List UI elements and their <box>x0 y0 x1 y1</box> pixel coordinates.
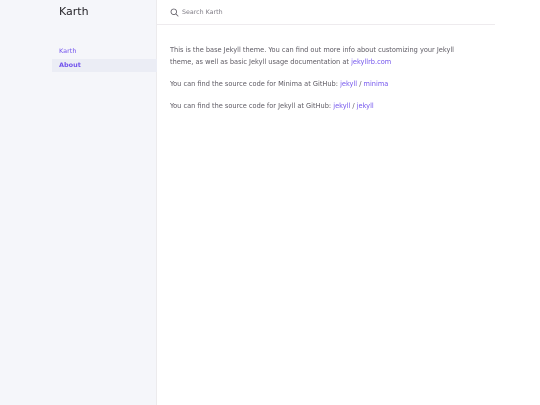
header <box>157 0 495 25</box>
paragraph-jekyll: You can find the source code for Jekyll … <box>170 101 374 110</box>
main-content: This is the base Jekyll theme. You can f… <box>170 45 470 123</box>
sidebar-item-karth[interactable]: Karth <box>52 45 157 58</box>
jekyllrb-link[interactable]: jekyllrb.com <box>351 58 391 66</box>
jekyll-org-link[interactable]: jekyll <box>333 102 350 110</box>
minima-repo-link[interactable]: minima <box>364 80 389 88</box>
search-icon <box>170 8 179 17</box>
paragraph-minima: You can find the source code for Minima … <box>170 79 389 88</box>
sidebar: Karth Karth About <box>0 0 157 405</box>
sidebar-item-about[interactable]: About <box>52 59 157 72</box>
sidebar-item-label: About <box>59 61 81 69</box>
jekyll-github-link[interactable]: jekyll <box>340 80 357 88</box>
search-bar[interactable] <box>170 7 342 17</box>
search-input[interactable] <box>182 7 342 17</box>
jekyll-repo-link[interactable]: jekyll <box>357 102 374 110</box>
paragraph-intro: This is the base Jekyll theme. You can f… <box>170 46 455 66</box>
site-title[interactable]: Karth <box>59 5 89 19</box>
sidebar-nav: Karth About <box>52 45 157 73</box>
